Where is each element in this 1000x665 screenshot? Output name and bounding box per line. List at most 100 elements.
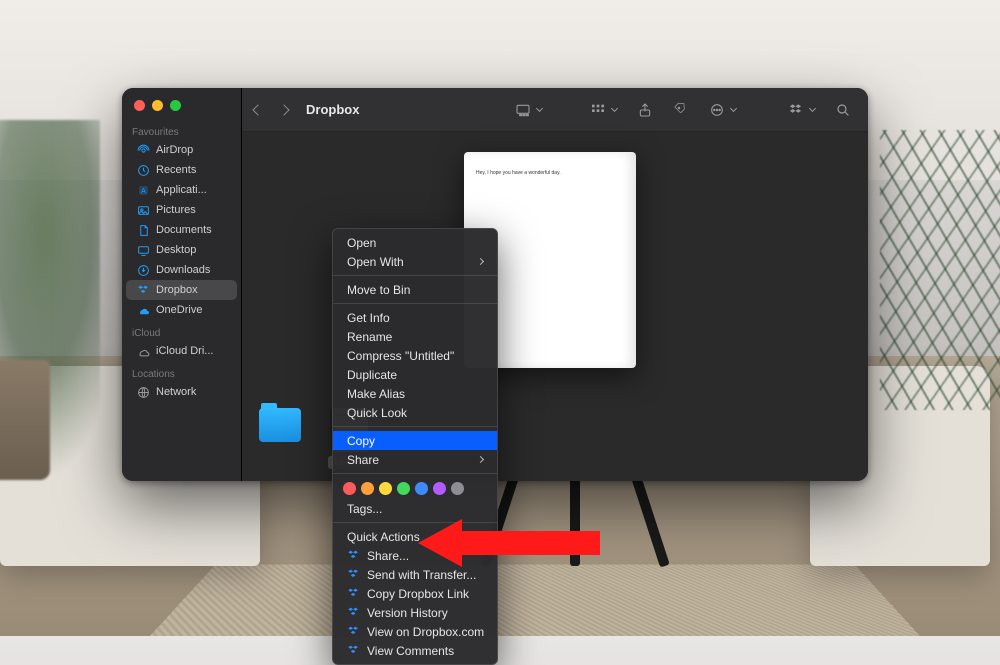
sidebar-item-label: Applicati...: [156, 184, 207, 196]
svg-text:A: A: [141, 188, 146, 195]
tag-color[interactable]: [379, 482, 392, 495]
search-button[interactable]: [830, 99, 856, 121]
tag-color[interactable]: [361, 482, 374, 495]
onedrive-icon: [136, 303, 150, 317]
sidebar-item-dropbox[interactable]: Dropbox: [126, 280, 237, 300]
context-menu-label: Share: [347, 453, 379, 467]
preview-text: Hey, I hope you have a wonderful day.: [476, 170, 624, 176]
context-menu-label: Version History: [367, 606, 448, 620]
context-menu-label: Open With: [347, 255, 404, 269]
context-menu-label: Send with Transfer...: [367, 568, 476, 582]
tag-color[interactable]: [433, 482, 446, 495]
fullscreen-button[interactable]: [170, 100, 181, 111]
sidebar-section-label: Locations: [122, 361, 241, 382]
sidebar-item-label: AirDrop: [156, 144, 193, 156]
context-menu-item-send-with-transfer[interactable]: Send with Transfer...: [333, 565, 497, 584]
context-menu-item-version-history[interactable]: Version History: [333, 603, 497, 622]
context-menu-separator: [333, 275, 497, 276]
sidebar-item-recents[interactable]: Recents: [126, 160, 237, 180]
close-button[interactable]: [134, 100, 145, 111]
sidebar-item-label: Desktop: [156, 244, 196, 256]
sidebar-item-label: Downloads: [156, 264, 210, 276]
context-menu-item-make-alias[interactable]: Make Alias: [333, 384, 497, 403]
sidebar-item-pictures[interactable]: Pictures: [126, 200, 237, 220]
context-menu-separator: [333, 303, 497, 304]
context-menu-item-quick-look[interactable]: Quick Look: [333, 403, 497, 422]
gallery-view-button[interactable]: [510, 99, 547, 121]
context-menu-label: Quick Look: [347, 406, 407, 420]
file-item[interactable]: [252, 408, 308, 469]
window-title: Dropbox: [306, 102, 359, 117]
context-menu-item-view-comments[interactable]: View Comments: [333, 641, 497, 660]
desktop-icon: [136, 243, 150, 257]
window-controls: [122, 96, 241, 119]
dropbox-icon: [347, 644, 360, 657]
context-menu-item-move-to-bin[interactable]: Move to Bin: [333, 280, 497, 299]
context-menu-item-copy-dropbox-link[interactable]: Copy Dropbox Link: [333, 584, 497, 603]
context-menu-item-tags[interactable]: Tags...: [333, 499, 497, 518]
sidebar-item-label: Dropbox: [156, 284, 198, 296]
sidebar-item-icloud-dri-[interactable]: iCloud Dri...: [126, 341, 237, 361]
network-icon: [136, 385, 150, 399]
back-button[interactable]: [252, 104, 263, 115]
dropbox-toolbar-button[interactable]: [783, 99, 820, 121]
context-menu-item-view-on-dropbox-com[interactable]: View on Dropbox.com: [333, 622, 497, 641]
folder-icon: [259, 408, 301, 442]
context-menu-label: View Comments: [367, 644, 454, 658]
dropbox-icon: [347, 587, 360, 600]
sidebar-item-network[interactable]: Network: [126, 382, 237, 402]
context-menu-item-copy[interactable]: Copy: [333, 431, 497, 450]
context-menu-item-share[interactable]: Share: [333, 450, 497, 469]
sidebar-item-label: Network: [156, 386, 196, 398]
sidebar-item-documents[interactable]: Documents: [126, 220, 237, 240]
doc-icon: [136, 223, 150, 237]
context-menu-label: Copy: [347, 434, 375, 448]
share-button[interactable]: [632, 99, 658, 121]
tag-color[interactable]: [451, 482, 464, 495]
context-menu-separator: [333, 522, 497, 523]
context-menu-label: View on Dropbox.com: [367, 625, 484, 639]
sidebar-item-label: iCloud Dri...: [156, 345, 213, 357]
pictures-icon: [136, 203, 150, 217]
context-menu-item-get-info[interactable]: Get Info: [333, 308, 497, 327]
context-menu-separator: [333, 473, 497, 474]
sidebar-item-label: OneDrive: [156, 304, 202, 316]
context-menu-item-open[interactable]: Open: [333, 233, 497, 252]
sidebar-item-airdrop[interactable]: AirDrop: [126, 140, 237, 160]
sidebar-item-applicati-[interactable]: A Applicati...: [126, 180, 237, 200]
context-menu: Open Open With Move to Bin Get Info Rename Co…: [332, 228, 498, 665]
context-menu-item-duplicate[interactable]: Duplicate: [333, 365, 497, 384]
sidebar-item-label: Pictures: [156, 204, 196, 216]
context-menu-label: Rename: [347, 330, 392, 344]
app-icon: A: [136, 183, 150, 197]
dropbox-icon: [347, 549, 360, 562]
actions-button[interactable]: [704, 99, 741, 121]
context-menu-label: Quick Actions: [347, 530, 420, 544]
minimize-button[interactable]: [152, 100, 163, 111]
forward-button[interactable]: [278, 104, 289, 115]
sidebar-item-desktop[interactable]: Desktop: [126, 240, 237, 260]
group-by-button[interactable]: [585, 99, 622, 121]
tag-color[interactable]: [343, 482, 356, 495]
context-menu-item-rename[interactable]: Rename: [333, 327, 497, 346]
context-menu-item-quick-actions[interactable]: Quick Actions: [333, 527, 497, 546]
sidebar-item-onedrive[interactable]: OneDrive: [126, 300, 237, 320]
chevron-right-icon: [477, 533, 484, 540]
tag-color[interactable]: [397, 482, 410, 495]
sidebar-section-label: Favourites: [122, 119, 241, 140]
sidebar-item-downloads[interactable]: Downloads: [126, 260, 237, 280]
context-menu-item-share[interactable]: Share...: [333, 546, 497, 565]
tags-button[interactable]: [668, 99, 694, 121]
context-menu-label: Open: [347, 236, 376, 250]
clock-icon: [136, 163, 150, 177]
dropbox-icon: [347, 606, 360, 619]
dropbox-icon: [136, 283, 150, 297]
context-menu-item-compress-untitled[interactable]: Compress "Untitled": [333, 346, 497, 365]
context-menu-label: Duplicate: [347, 368, 397, 382]
toolbar: Dropbox: [242, 88, 868, 132]
tag-color[interactable]: [415, 482, 428, 495]
download-icon: [136, 263, 150, 277]
airdrop-icon: [136, 143, 150, 157]
chevron-right-icon: [477, 258, 484, 265]
context-menu-item-open-with[interactable]: Open With: [333, 252, 497, 271]
